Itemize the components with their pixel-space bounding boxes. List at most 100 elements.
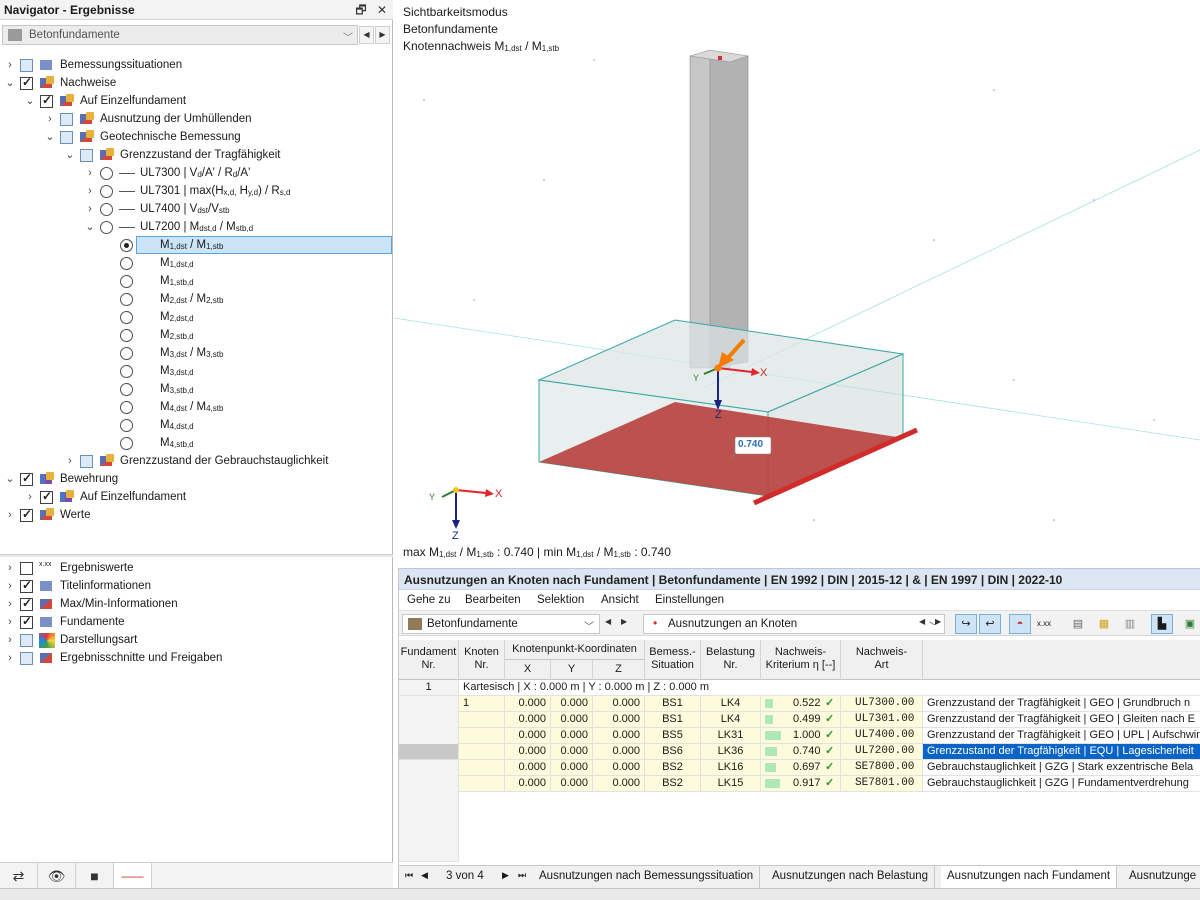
tree-item-moment-option[interactable]: M3,stb,d (0, 381, 393, 399)
radio-button[interactable] (120, 275, 133, 288)
cell-lk[interactable]: LK15 (701, 776, 761, 792)
first-page-icon[interactable]: ⏮ (405, 870, 413, 881)
tree-item-grenzzustand-tragfaehigkeit[interactable]: ⌄ Grenzzustand der Tragfähigkeit (0, 147, 393, 165)
chevron-right-icon[interactable]: › (4, 615, 16, 629)
cell-knoten[interactable] (459, 712, 505, 728)
radio-button[interactable] (120, 239, 133, 252)
col-header-fundament[interactable]: FundamentNr. (399, 640, 459, 680)
cell-eta[interactable]: 0.499✓ (761, 712, 841, 728)
cell-z[interactable]: 0.000 (593, 760, 645, 776)
checkbox[interactable] (60, 131, 73, 144)
cell-z[interactable]: 0.000 (593, 728, 645, 744)
cell-bs[interactable]: BS5 (645, 728, 701, 744)
prev-page-icon[interactable]: ◀ (421, 870, 428, 881)
cell-y[interactable]: 0.000 (551, 712, 593, 728)
checkbox[interactable] (20, 562, 33, 575)
col-header-description[interactable] (923, 640, 1200, 680)
cell-knoten[interactable] (459, 760, 505, 776)
table-view-icon[interactable]: ▤ (1067, 614, 1089, 634)
results-tab-icon[interactable]: ⸺ (114, 863, 152, 889)
tab-nach-fundament[interactable]: Ausnutzungen nach Fundament (941, 866, 1117, 889)
tree-item-moment-option[interactable]: M1,stb,d (0, 273, 393, 291)
cell-code[interactable]: SE7801.00 (841, 776, 923, 792)
checkbox[interactable] (20, 616, 33, 629)
radio-button[interactable] (100, 221, 113, 234)
tree-item-ul7301[interactable]: › UL7301 | max(Hx,d, Hy,d) / Rs,d (0, 183, 393, 201)
tree-item-ergebnisschnitte[interactable]: › Ergebnisschnitte und Freigaben (0, 650, 393, 668)
camera-icon[interactable]: ■ (76, 863, 114, 889)
menu-einstellungen[interactable]: Einstellungen (655, 594, 724, 606)
cell-description[interactable]: Grenzzustand der Tragfähigkeit | GEO | G… (923, 712, 1200, 728)
cell-x[interactable]: 0.000 (505, 744, 551, 760)
cell-x[interactable]: 0.000 (505, 728, 551, 744)
checkbox[interactable] (80, 149, 93, 162)
cell-knoten[interactable] (459, 728, 505, 744)
tree-item-werte[interactable]: › Werte (0, 507, 393, 525)
tree-item-moment-option[interactable]: M2,dst / M2,stb (0, 291, 393, 309)
radio-button[interactable] (120, 311, 133, 324)
tree-item-ul7400[interactable]: › UL7400 | Vdst/Vstb (0, 201, 393, 219)
next-arrow-icon[interactable]: ▶ (621, 617, 627, 626)
cell-description[interactable]: Gebrauchstauglichkeit | GZG | Fundamentv… (923, 776, 1200, 792)
chevron-right-icon[interactable]: › (84, 166, 96, 180)
chevron-right-icon[interactable]: › (4, 58, 16, 72)
col-header-y[interactable]: Y (551, 660, 593, 680)
checkbox[interactable] (20, 77, 33, 90)
col-header-kriterium[interactable]: Nachweis-Kriterium η [--] (761, 640, 841, 680)
tree-item-ausnutzung-umhuellenden[interactable]: › Ausnutzung der Umhüllenden (0, 111, 393, 129)
cell-eta[interactable]: 0.522✓ (761, 696, 841, 712)
last-page-icon[interactable]: ⏭ (518, 870, 526, 881)
col-header-belastung[interactable]: BelastungNr. (701, 640, 761, 680)
radio-button[interactable] (120, 401, 133, 414)
cell-lk[interactable]: LK4 (701, 712, 761, 728)
chevron-down-icon[interactable]: ⌄ (24, 94, 36, 108)
tree-item-bewehrung[interactable]: ⌄ Bewehrung (0, 471, 393, 489)
prev-arrow-icon[interactable]: ◀ (919, 617, 925, 626)
chevron-right-icon[interactable]: › (24, 490, 36, 504)
cell-knoten[interactable] (459, 744, 505, 760)
next-arrow-icon[interactable]: ▶ (375, 26, 390, 44)
cell-code[interactable]: UL7301.00 (841, 712, 923, 728)
next-page-icon[interactable]: ▶ (502, 870, 509, 881)
cell-code[interactable]: UL7200.00 (841, 744, 923, 760)
table-select[interactable]: • Ausnutzungen an Knoten ﹀ (643, 614, 945, 634)
col-header-art[interactable]: Nachweis-Art (841, 640, 923, 680)
tree-item-bew-auf-einzelfundament[interactable]: › Auf Einzelfundament (0, 489, 393, 507)
filter-table-icon[interactable]: ▦ (1093, 614, 1115, 634)
chevron-down-icon[interactable]: ⌄ (4, 76, 16, 90)
col-header-knoten[interactable]: KnotenNr. (459, 640, 505, 680)
tree-item-auf-einzelfundament[interactable]: ⌄ Auf Einzelfundament (0, 93, 393, 111)
prev-arrow-icon[interactable]: ◀ (359, 26, 374, 44)
chevron-down-icon[interactable]: ⌄ (64, 148, 76, 162)
menu-bearbeiten[interactable]: Bearbeiten (465, 594, 521, 606)
next-arrow-icon[interactable]: ▶ (935, 617, 941, 626)
radio-button[interactable] (120, 257, 133, 270)
cell-description[interactable]: Grenzzustand der Tragfähigkeit | GEO | G… (923, 696, 1200, 712)
tree-item-moment-option[interactable]: M3,dst / M3,stb (0, 345, 393, 363)
decimal-places-icon[interactable]: x.xx (1033, 614, 1055, 634)
module-select[interactable]: Betonfundamente ﹀ (402, 614, 600, 634)
cell-x[interactable]: 0.000 (505, 760, 551, 776)
checkbox[interactable] (20, 634, 33, 647)
tree-item-ul7200[interactable]: ⌄ UL7200 | Mdst,d / Mstb,d (0, 219, 393, 237)
3d-viewport[interactable]: Sichtbarkeitsmodus Betonfundamente Knote… (394, 0, 1200, 568)
data-tab-icon[interactable]: ⇄ (0, 863, 38, 889)
navigator-module-select[interactable]: Betonfundamente ﹀ (2, 25, 358, 45)
col-header-bemess[interactable]: Bemess.-Situation (645, 640, 701, 680)
tree-item-darstellungsart[interactable]: › Darstellungsart (0, 632, 393, 650)
tree-item-ul7300[interactable]: › UL7300 | Vd/A' / Rd/A' (0, 165, 393, 183)
cell-bs[interactable]: BS2 (645, 760, 701, 776)
tree-item-maxmin[interactable]: › Max/Min-Informationen (0, 596, 393, 614)
tree-item-ergebniswerte[interactable]: › x.xx Ergebniswerte (0, 560, 393, 578)
tree-item-moment-option[interactable]: M1,dst,d (0, 255, 393, 273)
tree-item-moment-option[interactable]: M2,stb,d (0, 327, 393, 345)
cell-eta[interactable]: 1.000✓ (761, 728, 841, 744)
chevron-right-icon[interactable]: › (84, 184, 96, 198)
tab-overflow[interactable]: Ausnutzunge (1123, 866, 1200, 889)
navigator-splitter[interactable] (0, 554, 393, 557)
checkbox[interactable] (20, 473, 33, 486)
cell-code[interactable]: UL7400.00 (841, 728, 923, 744)
cell-lk[interactable]: LK4 (701, 696, 761, 712)
cell-z[interactable]: 0.000 (593, 744, 645, 760)
cell-z[interactable]: 0.000 (593, 776, 645, 792)
